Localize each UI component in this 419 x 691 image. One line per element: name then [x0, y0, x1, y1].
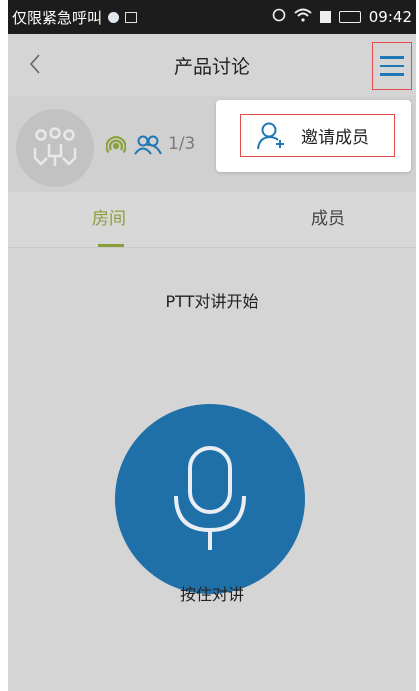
member-count: 1/3	[168, 134, 196, 154]
menu-icon[interactable]	[372, 42, 412, 90]
page-title: 产品讨论	[173, 56, 250, 78]
tab-members[interactable]: 成员	[263, 192, 393, 247]
battery-icon	[338, 11, 361, 23]
image-notification-icon	[125, 11, 138, 23]
tab-bar: 房间 成员	[8, 192, 416, 248]
clock: 09:42	[368, 8, 412, 26]
wifi-icon	[294, 8, 312, 26]
members-icon	[133, 134, 163, 160]
push-to-talk-button[interactable]	[115, 404, 305, 594]
app-screen: 仅限紧急呼叫 09:42 产品讨论 1/3 邀请成员 房间 成员 PTT对讲开始…	[8, 0, 416, 691]
add-user-icon	[257, 122, 284, 149]
ptt-panel: PTT对讲开始 按住对讲	[8, 248, 416, 691]
signal-icon	[105, 136, 127, 160]
back-icon[interactable]	[24, 52, 48, 76]
active-tab-indicator	[98, 244, 124, 247]
sim-icon	[319, 11, 331, 23]
tab-room[interactable]: 房间	[48, 192, 170, 247]
ptt-status-text: PTT对讲开始	[165, 292, 259, 311]
invite-member-button[interactable]: 邀请成员	[240, 114, 395, 157]
invite-member-label: 邀请成员	[301, 128, 369, 148]
app-header: 产品讨论	[8, 34, 416, 96]
microphone-icon	[174, 446, 246, 550]
group-avatar-icon	[16, 109, 94, 187]
invite-popup: 邀请成员	[216, 100, 411, 172]
alarm-icon	[272, 8, 286, 26]
status-bar: 仅限紧急呼叫 09:42	[8, 0, 416, 34]
hold-to-talk-label: 按住对讲	[179, 585, 244, 604]
carrier-text: 仅限紧急呼叫	[12, 8, 103, 27]
notification-icon	[108, 11, 120, 23]
